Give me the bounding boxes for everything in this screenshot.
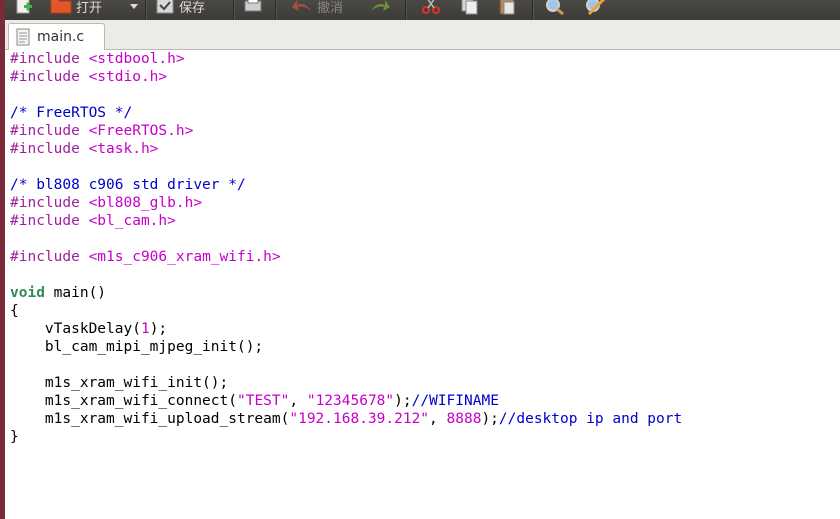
preprocessor-directive: #include <box>10 213 80 229</box>
copy-button[interactable] <box>459 0 479 16</box>
undo-icon <box>292 0 311 11</box>
code-line: #include <stdio.h> <box>10 68 167 86</box>
code-text: bl_cam_mipi_mjpeg_init(); <box>10 339 264 355</box>
preprocessor-directive: #include <box>10 249 80 265</box>
scissors-icon <box>422 0 440 14</box>
redo-button[interactable] <box>369 0 391 16</box>
toolbar-separator <box>233 0 235 20</box>
redo-icon <box>371 0 390 11</box>
string-literal: "12345678" <box>306 393 395 409</box>
code-line: bl_cam_mipi_mjpeg_init(); <box>10 338 263 356</box>
include-path: <FreeRTOS.h> <box>88 123 194 139</box>
include-path: <task.h> <box>88 141 159 157</box>
print-button[interactable] <box>243 0 263 16</box>
preprocessor-directive: #include <box>10 141 80 157</box>
search-icon <box>546 0 564 15</box>
new-file-button[interactable] <box>15 0 33 16</box>
paste-icon <box>499 0 515 15</box>
find-replace-icon <box>586 0 606 15</box>
code-text: m1s_xram_wifi_connect( <box>10 393 237 409</box>
include-path: <stdio.h> <box>88 69 168 85</box>
toolbar-separator <box>532 0 534 20</box>
code-comment: //desktop ip and port <box>498 411 683 427</box>
toolbar: 打开 保存 撤消 <box>5 0 840 20</box>
code-text: , <box>289 393 307 409</box>
code-comment: //WIFINAME <box>411 393 499 409</box>
preprocessor-directive: #include <box>10 51 80 67</box>
code-line: #include <FreeRTOS.h> <box>10 122 193 140</box>
code-line: #include <bl808_glb.h> <box>10 194 202 212</box>
code-line: vTaskDelay(1); <box>10 320 167 338</box>
code-comment: /* bl808 c906 std driver */ <box>10 177 246 193</box>
code-text: vTaskDelay( <box>10 321 141 337</box>
folder-open-icon <box>50 0 72 14</box>
print-icon <box>244 0 262 12</box>
string-literal: "TEST" <box>236 393 290 409</box>
undo-button[interactable]: 撤消 <box>291 0 343 16</box>
preprocessor-directive: #include <box>10 123 80 139</box>
open-button[interactable]: 打开 <box>50 0 102 16</box>
code-line: /* bl808 c906 std driver */ <box>10 176 246 194</box>
code-text: m1s_xram_wifi_init(); <box>10 375 229 391</box>
code-line: #include <task.h> <box>10 140 158 158</box>
code-text: , <box>429 411 447 427</box>
number-literal: 1 <box>140 321 150 337</box>
tab-main-c[interactable]: main.c <box>8 23 105 50</box>
paste-button[interactable] <box>498 0 518 16</box>
include-path: <m1s_c906_xram_wifi.h> <box>88 249 281 265</box>
code-line: #include <m1s_c906_xram_wifi.h> <box>10 248 281 266</box>
code-text: ); <box>149 321 168 337</box>
include-path: <bl808_glb.h> <box>88 195 203 211</box>
save-button[interactable]: 保存 <box>155 0 205 16</box>
replace-button[interactable] <box>585 0 607 16</box>
code-line: #include <stdbool.h> <box>10 50 185 68</box>
string-literal: "192.168.39.212" <box>289 411 430 427</box>
code-line: /* FreeRTOS */ <box>10 104 132 122</box>
code-editor[interactable]: #include <stdbool.h> #include <stdio.h> … <box>5 50 840 519</box>
text-file-icon <box>16 28 30 46</box>
save-icon <box>156 0 174 14</box>
toolbar-separator <box>275 0 277 20</box>
number-literal: 8888 <box>446 411 482 427</box>
include-path: <stdbool.h> <box>88 51 185 67</box>
preprocessor-directive: #include <box>10 195 80 211</box>
open-dropdown-button[interactable] <box>129 0 139 16</box>
copy-icon <box>461 0 478 15</box>
code-line: m1s_xram_wifi_init(); <box>10 374 228 392</box>
code-line: { <box>10 302 19 320</box>
open-label: 打开 <box>76 0 103 16</box>
close-brace: } <box>10 429 19 445</box>
function-signature: main() <box>53 285 107 301</box>
code-comment: /* FreeRTOS */ <box>10 105 133 121</box>
preprocessor-directive: #include <box>10 69 80 85</box>
undo-label: 撤消 <box>317 0 344 16</box>
code-line: #include <bl_cam.h> <box>10 212 176 230</box>
toolbar-separator <box>145 0 147 20</box>
tab-filename: main.c <box>37 29 85 45</box>
open-brace: { <box>10 303 19 319</box>
chevron-down-icon <box>130 4 138 9</box>
include-path: <bl_cam.h> <box>88 213 176 229</box>
cut-button[interactable] <box>421 0 441 16</box>
code-line: void main() <box>10 284 106 302</box>
new-file-icon <box>16 0 32 14</box>
code-line: } <box>10 428 19 446</box>
code-text: m1s_xram_wifi_upload_stream( <box>10 411 290 427</box>
code-line: m1s_xram_wifi_connect("TEST", "12345678"… <box>10 392 499 410</box>
keyword: void <box>10 285 45 301</box>
code-line: m1s_xram_wifi_upload_stream("192.168.39.… <box>10 410 682 428</box>
save-label: 保存 <box>179 0 206 16</box>
code-text: ); <box>481 411 499 427</box>
code-text: ); <box>394 393 412 409</box>
find-button[interactable] <box>545 0 565 16</box>
toolbar-separator <box>405 0 407 20</box>
tab-bar: main.c <box>5 20 840 50</box>
